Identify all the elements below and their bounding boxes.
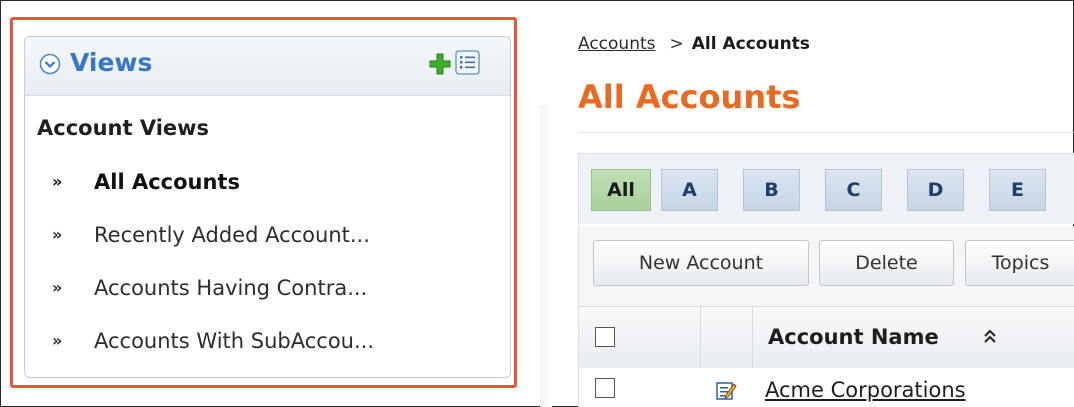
add-view-icon[interactable] <box>428 52 452 76</box>
edit-icon[interactable] <box>715 380 737 402</box>
view-item-with-subaccounts[interactable]: » Accounts With SubAccou... <box>52 329 374 353</box>
views-panel: Views <box>24 36 511 378</box>
grid-header: Account Name <box>578 306 1074 370</box>
delete-button[interactable]: Delete <box>819 240 954 286</box>
view-item-all-accounts[interactable]: » All Accounts <box>52 170 240 194</box>
column-divider <box>700 307 701 369</box>
alpha-filter-e[interactable]: E <box>989 169 1046 211</box>
view-item-label: Accounts With SubAccou... <box>94 329 375 353</box>
breadcrumb: Accounts > All Accounts <box>578 34 810 54</box>
breadcrumb-accounts-link[interactable]: Accounts <box>578 34 656 54</box>
list-view-icon[interactable] <box>455 50 480 75</box>
action-toolbar: New Account Delete Topics <box>578 226 1074 306</box>
topics-button[interactable]: Topics <box>965 240 1074 286</box>
view-item-label: Recently Added Account... <box>94 223 370 247</box>
table-row[interactable]: Acme Corporations <box>578 368 1074 407</box>
view-item-label: Accounts Having Contra... <box>94 276 368 300</box>
view-item-recently-added[interactable]: » Recently Added Account... <box>52 223 370 247</box>
views-header: Views <box>25 37 510 96</box>
alpha-filter-b[interactable]: B <box>743 169 800 211</box>
breadcrumb-separator: > <box>669 34 684 54</box>
alphabet-filter-bar: All A B C D E <box>578 153 1074 224</box>
panel-separator <box>540 105 552 407</box>
alpha-filter-a[interactable]: A <box>661 169 718 211</box>
double-chevron-icon: » <box>52 225 63 244</box>
page-title: All Accounts <box>578 78 801 116</box>
account-name-link[interactable]: Acme Corporations <box>765 378 966 402</box>
title-divider <box>578 132 1074 133</box>
sort-icon[interactable] <box>983 328 997 346</box>
alpha-filter-all[interactable]: All <box>591 169 651 211</box>
alpha-filter-c[interactable]: C <box>825 169 882 211</box>
chevron-down-circle-icon[interactable] <box>39 53 61 75</box>
double-chevron-icon: » <box>52 331 63 350</box>
select-all-checkbox[interactable] <box>595 327 615 347</box>
double-chevron-icon: » <box>52 172 63 191</box>
new-account-button[interactable]: New Account <box>593 240 809 286</box>
views-title: Views <box>70 48 153 77</box>
account-views-heading: Account Views <box>37 116 210 140</box>
view-item-label: All Accounts <box>94 170 240 194</box>
double-chevron-icon: » <box>52 278 63 297</box>
row-checkbox[interactable] <box>595 378 615 398</box>
column-header-account-name[interactable]: Account Name <box>768 325 939 349</box>
alpha-filter-d[interactable]: D <box>907 169 964 211</box>
breadcrumb-current: All Accounts <box>691 34 810 54</box>
column-divider <box>752 307 753 369</box>
view-item-having-contacts[interactable]: » Accounts Having Contra... <box>52 276 367 300</box>
